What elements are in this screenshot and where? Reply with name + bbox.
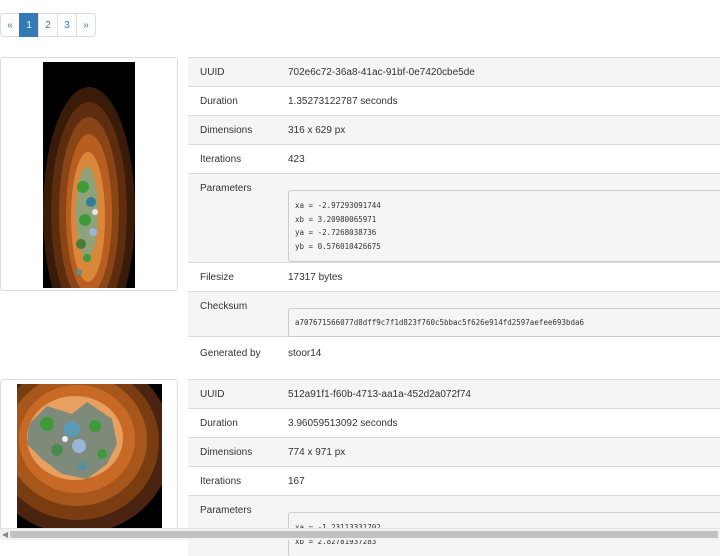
fractal-details-1: UUID 702e6c72-36a8-41ac-91bf-0e7420cbe5d… [188, 57, 720, 366]
detail-row-iterations: Iterations 423 [188, 144, 720, 173]
duration-label: Duration [200, 96, 238, 107]
checksum-label: Checksum [200, 301, 248, 312]
pagination-page-1[interactable]: 1 [19, 13, 39, 37]
pagination-prev[interactable]: « [0, 13, 20, 37]
pagination: « 1 2 3 » [0, 13, 96, 37]
detail-row-checksum: Checksum a707671566077d8dff9c7f1d823f760… [188, 291, 720, 337]
uuid-value: 512a91f1-f60b-4713-aa1a-452d2a072f74 [288, 389, 471, 400]
parameters-label: Parameters [200, 183, 252, 194]
pagination-next[interactable]: » [76, 13, 96, 37]
detail-row-duration-2: Duration 3.96059513092 seconds [188, 408, 720, 437]
detail-row-uuid: UUID 702e6c72-36a8-41ac-91bf-0e7420cbe5d… [188, 57, 720, 86]
fractal-image-1 [43, 62, 135, 288]
dimensions-value: 774 x 971 px [288, 447, 346, 458]
horizontal-scrollbar[interactable]: ◀ [0, 528, 720, 540]
fractal-thumbnail-2[interactable] [0, 379, 178, 539]
iterations-value: 423 [288, 154, 305, 165]
uuid-label: UUID [200, 67, 225, 78]
generated-by-label: Generated by [200, 348, 261, 359]
checksum-code-block: a707671566077d8dff9c7f1d823f760c5bbac5f6… [288, 308, 720, 337]
detail-row-iterations-2: Iterations 167 [188, 466, 720, 495]
uuid-value: 702e6c72-36a8-41ac-91bf-0e7420cbe5de [288, 67, 475, 78]
param-xb: xb = 3.20980065971 [295, 214, 377, 224]
detail-row-uuid-2: UUID 512a91f1-f60b-4713-aa1a-452d2a072f7… [188, 379, 720, 408]
scroll-left-arrow-icon[interactable]: ◀ [2, 530, 8, 539]
fractal-image-2 [17, 384, 162, 534]
iterations-label: Iterations [200, 476, 242, 487]
dimensions-value: 316 x 629 px [288, 125, 346, 136]
scrollbar-thumb[interactable] [10, 531, 718, 538]
pagination-page-3[interactable]: 3 [57, 13, 77, 37]
duration-value: 3.96059513092 seconds [288, 418, 398, 429]
fractal-thumbnail-1[interactable] [0, 57, 178, 291]
detail-row-parameters-2: Parameters xa = -1.23113331702xb = 2.827… [188, 495, 720, 556]
parameters-label: Parameters [200, 505, 252, 516]
param-xa: xa = -2.97293091744 [295, 201, 381, 210]
dimensions-label: Dimensions [200, 125, 253, 136]
filesize-label: Filesize [200, 272, 234, 283]
filesize-value: 17317 bytes [288, 272, 343, 283]
duration-value: 1.35273122787 seconds [288, 96, 398, 107]
detail-row-generated-by: Generated by stoor14 [188, 336, 720, 366]
detail-row-parameters: Parameters xa = -2.97293091744 xb = 3.209… [188, 173, 720, 262]
iterations-label: Iterations [200, 154, 242, 165]
parameters-code-block: xa = -2.97293091744 xb = 3.20980065971 ya … [288, 190, 720, 262]
dimensions-label: Dimensions [200, 447, 253, 458]
detail-row-dimensions-2: Dimensions 774 x 971 px [188, 437, 720, 466]
duration-label: Duration [200, 418, 238, 429]
detail-row-dimensions: Dimensions 316 x 629 px [188, 115, 720, 144]
pagination-page-2[interactable]: 2 [38, 13, 58, 37]
detail-row-duration: Duration 1.35273122787 seconds [188, 86, 720, 115]
detail-row-filesize: Filesize 17317 bytes [188, 262, 720, 291]
param-ya: ya = -2.7268038736 [295, 228, 377, 237]
uuid-label: UUID [200, 389, 225, 400]
param-yb: yb = 0.576010426675 [295, 241, 381, 251]
iterations-value: 167 [288, 476, 305, 487]
generated-by-value: stoor14 [288, 348, 322, 359]
